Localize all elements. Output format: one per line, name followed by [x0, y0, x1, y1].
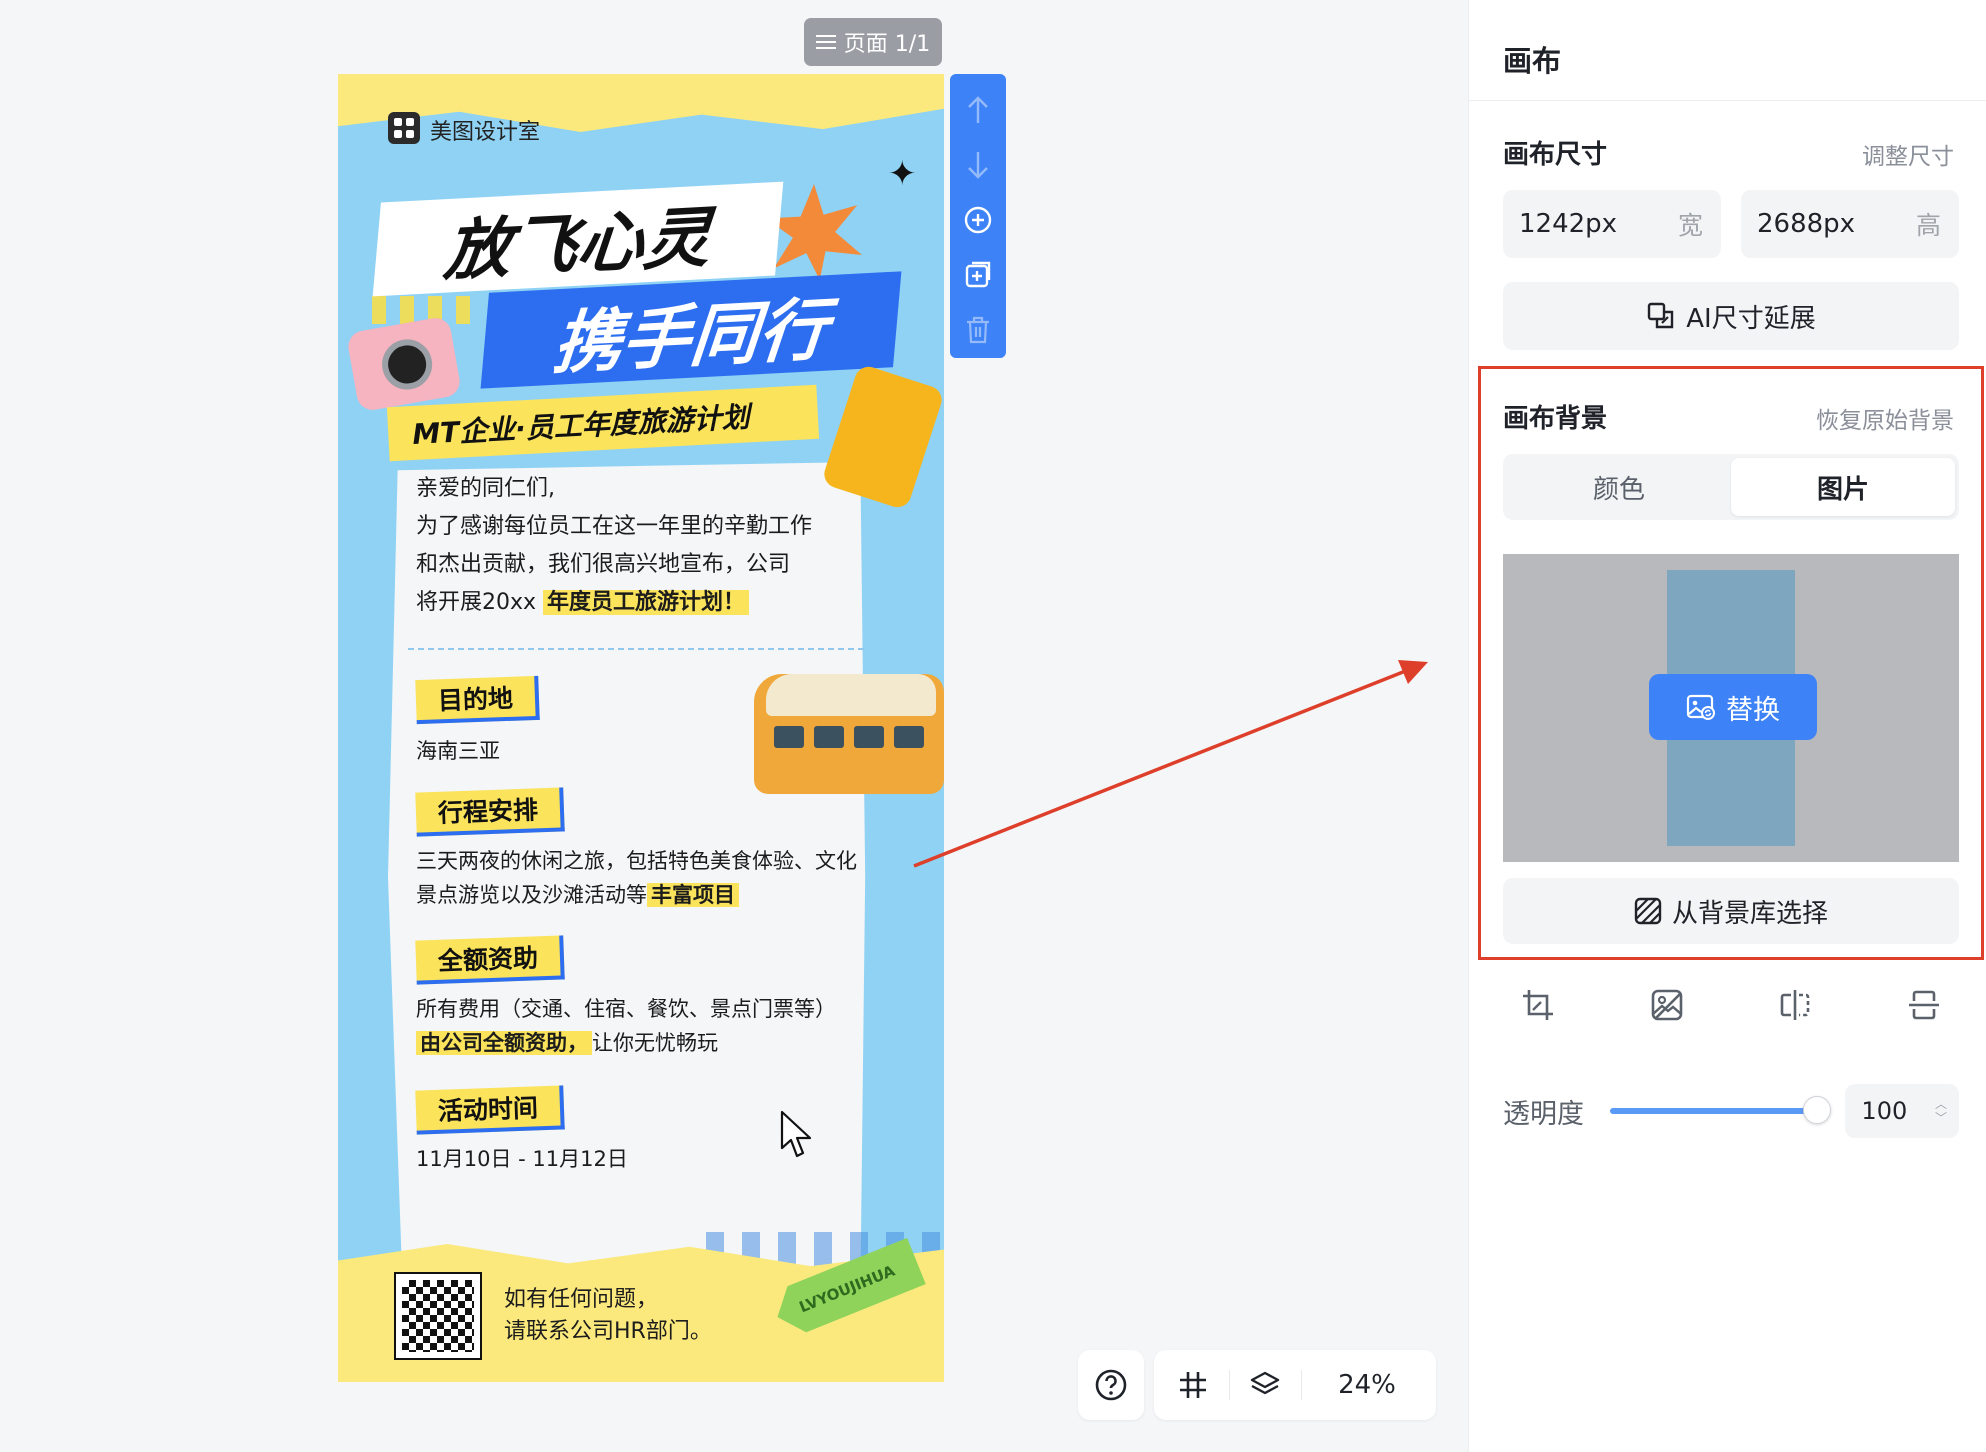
height-unit: 高: [1915, 211, 1941, 240]
resize-icon: [1648, 302, 1674, 329]
arrow-down-icon: [968, 151, 988, 179]
delete-page-button[interactable]: [958, 303, 998, 358]
duplicate-page-button[interactable]: [958, 248, 998, 303]
arrow-up-icon: [968, 95, 988, 123]
poster-title-line2: 携手同行: [480, 271, 902, 389]
brand-name: 美图设计室: [430, 120, 541, 145]
background-library-label: 从背景库选择: [1671, 898, 1828, 929]
trash-icon: [967, 317, 989, 344]
tab-image[interactable]: 图片: [1731, 458, 1955, 516]
ai-extend-button[interactable]: AI尺寸延展: [1503, 282, 1959, 350]
page-indicator[interactable]: 页面 1/1: [804, 18, 942, 66]
properties-panel: 画布 画布尺寸 调整尺寸 1242px 宽 2688px 高 AI尺寸延展 画布…: [1468, 0, 1986, 1452]
camera-sticker: [345, 315, 463, 413]
add-page-button[interactable]: [958, 192, 998, 247]
torn-paper-top: [338, 74, 944, 132]
section-text-schedule: 三天两夜的休闲之旅，包括特色美食体验、文化景点游览以及沙滩活动等 丰富项目: [416, 849, 857, 907]
page-toolbar: [950, 74, 1006, 358]
flip-vertical-button[interactable]: [1899, 980, 1949, 1030]
opacity-value: 100: [1861, 1097, 1908, 1125]
crop-button[interactable]: [1513, 980, 1563, 1030]
help-icon: [1095, 1369, 1127, 1401]
add-circle-icon: [964, 206, 992, 234]
intro-text: 亲爱的同仁们, 为了感谢每位员工在这一年里的辛勤工作 和杰出贡献，我们很高兴地宣…: [416, 476, 813, 615]
width-field[interactable]: 1242px 宽: [1503, 190, 1721, 258]
flip-vertical-icon: [1908, 990, 1939, 1020]
section-tag-dates: 活动时间: [415, 1085, 565, 1135]
opacity-slider-handle[interactable]: [1803, 1096, 1832, 1124]
ai-extend-label: AI尺寸延展: [1686, 303, 1816, 334]
layers-icon: [1250, 1371, 1280, 1395]
restore-background-link[interactable]: 恢复原始背景: [1816, 401, 1954, 435]
grid-icon: [1180, 1372, 1206, 1398]
height-field[interactable]: 2688px 高: [1741, 190, 1959, 258]
remove-image-button[interactable]: [1642, 980, 1692, 1030]
section-tag-funding: 全额资助: [415, 935, 565, 985]
flip-horizontal-button[interactable]: [1770, 980, 1820, 1030]
canvas-size-title: 画布尺寸: [1503, 140, 1608, 170]
zoom-level[interactable]: 24%: [1312, 1370, 1422, 1400]
panel-divider: [1469, 100, 1986, 101]
move-down-button[interactable]: [958, 137, 998, 192]
stepper-icon[interactable]: ︿ ﹀: [1935, 1098, 1947, 1124]
width-value: 1242px: [1519, 209, 1618, 239]
background-type-tabs: 颜色 图片: [1503, 454, 1959, 520]
image-replace-icon: [1686, 694, 1715, 720]
list-icon: [815, 34, 836, 50]
opacity-control: 透明度 100 ︿ ﹀: [1503, 1084, 1959, 1138]
tab-color[interactable]: 颜色: [1507, 458, 1731, 516]
background-preview: 替换: [1503, 554, 1959, 862]
section-text-funding: 所有费用（交通、住宿、餐饮、景点门票等） 由公司全额资助， 让你无忧畅玩: [416, 997, 836, 1055]
panel-title: 画布: [1503, 44, 1562, 78]
bottom-controls: 24%: [1078, 1350, 1436, 1420]
flip-horizontal-icon: [1781, 990, 1810, 1020]
poster-canvas[interactable]: 美图设计室 ✦ 放飞心灵 携手同行 MT企业·员工年度旅游计划 亲爱的同仁们, …: [338, 74, 944, 1382]
replace-label: 替换: [1726, 694, 1780, 726]
duplicate-icon: [965, 262, 991, 288]
canvas-background-title: 画布背景: [1503, 404, 1608, 434]
replace-background-button[interactable]: 替换: [1649, 674, 1817, 740]
qr-code: [394, 1272, 482, 1360]
texture-icon: [1634, 897, 1662, 925]
adjust-size-link[interactable]: 调整尺寸: [1862, 137, 1954, 171]
opacity-slider[interactable]: [1610, 1096, 1832, 1124]
help-button[interactable]: [1078, 1350, 1144, 1420]
section-text-destination: 海南三亚: [416, 739, 500, 763]
height-value: 2688px: [1757, 209, 1856, 239]
background-tools: [1503, 980, 1959, 1030]
section-tag-schedule: 行程安排: [415, 787, 565, 837]
background-library-button[interactable]: 从背景库选择: [1503, 878, 1959, 944]
layers-button[interactable]: [1240, 1369, 1290, 1401]
move-up-button[interactable]: [958, 82, 998, 137]
section-text-dates: 11月10日 - 11月12日: [416, 1147, 628, 1171]
no-image-icon: [1651, 989, 1682, 1021]
view-controls: 24%: [1154, 1350, 1436, 1420]
cursor-icon: [780, 1110, 812, 1158]
opacity-input[interactable]: 100 ︿ ﹀: [1845, 1084, 1959, 1138]
sparkle-icon: ✦: [888, 154, 917, 194]
poster-subtitle: MT企业·员工年度旅游计划: [386, 384, 820, 462]
brand-logo-icon: [388, 112, 420, 144]
section-tag-destination: 目的地: [415, 675, 540, 725]
crop-icon: [1523, 990, 1553, 1020]
intro-highlight: 年度员工旅游计划！: [543, 590, 750, 615]
page-indicator-label: 页面 1/1: [843, 32, 931, 57]
dashed-divider: [408, 648, 864, 650]
width-unit: 宽: [1677, 211, 1703, 240]
grid-toggle-button[interactable]: [1168, 1369, 1218, 1401]
opacity-label: 透明度: [1503, 1098, 1584, 1130]
footer-text: 如有任何问题， 请联系公司HR部门。: [504, 1287, 712, 1344]
canvas-workspace: 页面 1/1 美图设计室 ✦ 放飞心灵 携手同行 MT企业·员工年度旅游计划 亲…: [0, 0, 1468, 1452]
